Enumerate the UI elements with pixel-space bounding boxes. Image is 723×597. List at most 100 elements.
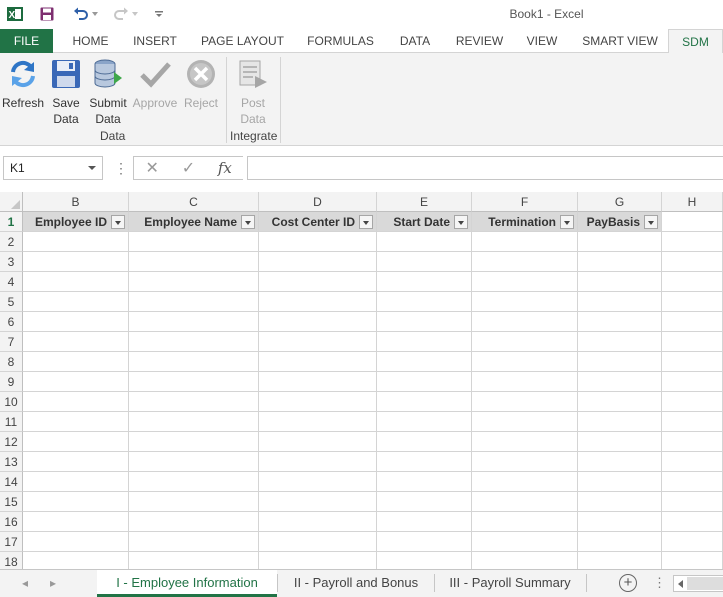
grid-cell[interactable] xyxy=(129,412,259,432)
grid-cell[interactable] xyxy=(578,372,662,392)
row-header[interactable]: 3 xyxy=(0,252,23,272)
tab-insert[interactable]: INSERT xyxy=(126,29,184,53)
grid-cell[interactable] xyxy=(377,232,472,252)
grid-cell[interactable] xyxy=(23,452,129,472)
post-data-button[interactable]: Post Data xyxy=(231,57,275,127)
approve-button[interactable]: Approve xyxy=(130,57,180,111)
tab-view[interactable]: VIEW xyxy=(520,29,564,53)
tab-review[interactable]: REVIEW xyxy=(451,29,508,53)
grid-cell[interactable] xyxy=(259,372,377,392)
grid-cell[interactable] xyxy=(23,272,129,292)
scroll-left-icon[interactable] xyxy=(678,580,683,588)
grid-cell[interactable] xyxy=(578,392,662,412)
horizontal-scrollbar[interactable] xyxy=(673,575,723,592)
grid-cell[interactable] xyxy=(472,232,578,252)
grid-cell[interactable] xyxy=(662,552,723,569)
tab-split-handle[interactable]: ⋮ xyxy=(653,575,666,591)
grid-cell[interactable] xyxy=(472,452,578,472)
grid-cell[interactable] xyxy=(259,452,377,472)
grid-cell[interactable] xyxy=(259,292,377,312)
grid-cell[interactable] xyxy=(129,452,259,472)
grid-cell[interactable] xyxy=(578,332,662,352)
row-header[interactable]: 6 xyxy=(0,312,23,332)
table-header-cell[interactable]: Employee Name xyxy=(129,212,259,232)
grid-cell[interactable] xyxy=(129,232,259,252)
row-header[interactable]: 16 xyxy=(0,512,23,532)
grid-cell[interactable] xyxy=(662,452,723,472)
grid-cell[interactable] xyxy=(377,252,472,272)
submit-data-button[interactable]: Submit Data xyxy=(87,57,129,127)
grid-cell[interactable] xyxy=(259,512,377,532)
tab-formulas[interactable]: FORMULAS xyxy=(302,29,379,53)
grid-cell[interactable] xyxy=(23,532,129,552)
grid-cell[interactable] xyxy=(662,412,723,432)
filter-dropdown-icon[interactable] xyxy=(560,215,574,229)
grid-cell[interactable] xyxy=(23,552,129,569)
grid-cell[interactable] xyxy=(662,312,723,332)
grid-cell[interactable] xyxy=(662,472,723,492)
grid-cell[interactable] xyxy=(377,392,472,412)
column-header[interactable]: B xyxy=(23,192,129,212)
next-sheet-icon[interactable]: ▸ xyxy=(50,576,56,590)
row-header[interactable]: 5 xyxy=(0,292,23,312)
grid-cell[interactable] xyxy=(377,472,472,492)
grid-cell[interactable] xyxy=(259,332,377,352)
grid-cell[interactable] xyxy=(259,392,377,412)
grid-cell[interactable] xyxy=(129,372,259,392)
grid-cell[interactable] xyxy=(23,432,129,452)
row-header[interactable]: 13 xyxy=(0,452,23,472)
grid-cell[interactable] xyxy=(377,352,472,372)
grid-cell[interactable] xyxy=(129,392,259,412)
grid-cell[interactable] xyxy=(129,292,259,312)
grid-cell[interactable] xyxy=(578,312,662,332)
grid-cell[interactable] xyxy=(259,412,377,432)
grid-cell[interactable] xyxy=(662,532,723,552)
grid-cell[interactable] xyxy=(377,452,472,472)
cancel-icon[interactable]: ✕ xyxy=(134,158,170,178)
refresh-button[interactable]: Refresh xyxy=(2,57,44,111)
grid-cell[interactable] xyxy=(377,552,472,569)
filter-dropdown-icon[interactable] xyxy=(644,215,658,229)
grid-cell[interactable] xyxy=(129,472,259,492)
grid-cell[interactable] xyxy=(662,232,723,252)
row-header[interactable]: 17 xyxy=(0,532,23,552)
grid-cell[interactable] xyxy=(472,252,578,272)
tab-page-layout[interactable]: PAGE LAYOUT xyxy=(196,29,289,53)
grid-cell[interactable] xyxy=(472,512,578,532)
row-header[interactable]: 2 xyxy=(0,232,23,252)
select-all-corner[interactable] xyxy=(0,192,23,212)
grid-cell[interactable] xyxy=(472,372,578,392)
grid-cell[interactable] xyxy=(377,412,472,432)
column-header[interactable]: G xyxy=(578,192,662,212)
grid-cell[interactable] xyxy=(377,312,472,332)
tab-data[interactable]: DATA xyxy=(392,29,438,53)
grid-cell[interactable] xyxy=(472,392,578,412)
filter-dropdown-icon[interactable] xyxy=(241,215,255,229)
grid-cell[interactable] xyxy=(259,252,377,272)
grid-cell[interactable] xyxy=(578,552,662,569)
grid-cell[interactable] xyxy=(662,252,723,272)
grid-cell[interactable] xyxy=(662,392,723,412)
add-sheet-icon[interactable]: + xyxy=(619,574,637,592)
row-header[interactable]: 9 xyxy=(0,372,23,392)
grid-cell[interactable] xyxy=(578,272,662,292)
grid-cell[interactable] xyxy=(23,412,129,432)
row-header[interactable]: 7 xyxy=(0,332,23,352)
grid-cell[interactable] xyxy=(259,352,377,372)
grid-cell[interactable] xyxy=(578,232,662,252)
name-box[interactable]: K1 xyxy=(3,156,103,180)
grid-cell[interactable] xyxy=(472,432,578,452)
reject-button[interactable]: Reject xyxy=(181,57,221,111)
grid-cell[interactable] xyxy=(377,372,472,392)
grid-cell[interactable] xyxy=(259,492,377,512)
grid-cell[interactable] xyxy=(259,232,377,252)
grid-cell[interactable] xyxy=(377,432,472,452)
grid-cell[interactable] xyxy=(259,552,377,569)
row-header[interactable]: 14 xyxy=(0,472,23,492)
save-data-button[interactable]: Save Data xyxy=(47,57,85,127)
grid-cell[interactable] xyxy=(472,472,578,492)
grid-cell[interactable] xyxy=(377,292,472,312)
grid-cell[interactable] xyxy=(23,512,129,532)
grid-cell[interactable] xyxy=(129,512,259,532)
formula-bar-resize-handle[interactable]: ⋮ xyxy=(114,160,128,177)
